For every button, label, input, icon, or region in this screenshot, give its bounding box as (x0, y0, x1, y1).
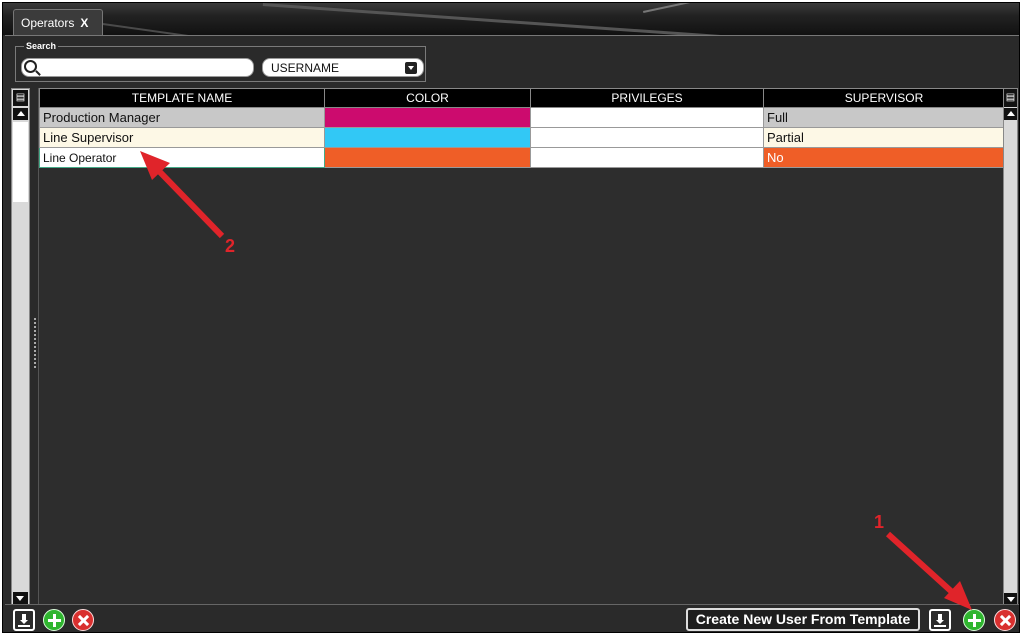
privileges-cell[interactable] (530, 107, 764, 128)
search-field-value: USERNAME (271, 61, 340, 75)
template-name-edit-cell[interactable]: Line Operator (39, 147, 325, 168)
supervisor-cell[interactable]: No (763, 147, 1005, 168)
color-cell[interactable] (324, 147, 531, 168)
scroll-thumb[interactable] (13, 122, 28, 202)
template-name-cell[interactable]: Line Supervisor (39, 127, 325, 148)
column-header-supervisor[interactable]: SUPERVISOR (763, 88, 1005, 108)
privileges-cell[interactable] (530, 147, 764, 168)
color-cell[interactable] (324, 107, 531, 128)
export-icon[interactable] (13, 609, 35, 631)
annotation-label-1: 1 (874, 512, 885, 532)
bottom-toolbar: Create New User From Template (5, 604, 1019, 632)
create-user-from-template-button[interactable]: Create New User From Template (686, 608, 920, 631)
column-chooser-icon[interactable]: ▤ (13, 90, 28, 106)
table-row[interactable]: Line Supervisor Partial (39, 127, 1005, 148)
tab-label: Operators (21, 16, 75, 30)
delete-row-button[interactable] (72, 609, 94, 631)
window-header-background: Operators X (3, 3, 1019, 53)
privileges-cell[interactable] (530, 127, 764, 148)
column-chooser-icon[interactable]: ▤ (1004, 89, 1017, 107)
search-field-select[interactable]: USERNAME (262, 58, 424, 77)
add-template-button[interactable] (963, 609, 985, 631)
left-scrollbar[interactable]: ▤ (11, 88, 30, 608)
templates-grid: TEMPLATE NAME COLOR PRIVILEGES SUPERVISO… (34, 88, 1005, 608)
add-row-button[interactable] (43, 609, 65, 631)
background-photo-beam (643, 3, 1016, 13)
export-icon[interactable] (929, 609, 951, 631)
operators-window: Operators X Search USERNAME ▤ TEMPLATE N… (2, 2, 1020, 633)
template-name-cell[interactable]: Production Manager (39, 107, 325, 128)
supervisor-cell[interactable]: Full (763, 107, 1005, 128)
right-scrollbar[interactable]: ▤ (1003, 88, 1018, 608)
tab-operators[interactable]: Operators X (13, 9, 103, 36)
delete-template-button[interactable] (994, 609, 1016, 631)
templates-table: TEMPLATE NAME COLOR PRIVILEGES SUPERVISO… (39, 88, 1005, 168)
color-cell[interactable] (324, 127, 531, 148)
table-row[interactable]: Line Operator No (39, 147, 1005, 168)
scroll-up-icon[interactable] (13, 108, 28, 120)
search-legend: Search (24, 41, 59, 51)
search-group: Search USERNAME (15, 41, 426, 82)
column-header-privileges[interactable]: PRIVILEGES (530, 88, 764, 108)
search-icon (24, 60, 37, 73)
operators-panel: Search USERNAME ▤ TEMPLATE NAME COLOR PR… (5, 35, 1019, 632)
scroll-up-icon[interactable] (1004, 108, 1017, 120)
chevron-down-icon[interactable] (405, 62, 417, 74)
annotation-label-2: 2 (225, 236, 236, 256)
column-header-template-name[interactable]: TEMPLATE NAME (39, 88, 325, 108)
table-row[interactable]: Production Manager Full (39, 107, 1005, 128)
column-header-color[interactable]: COLOR (324, 88, 531, 108)
splitter-handle[interactable] (34, 318, 36, 368)
search-input[interactable] (40, 60, 250, 75)
search-box[interactable] (21, 58, 254, 77)
tab-close-icon[interactable]: X (80, 16, 88, 30)
supervisor-cell[interactable]: Partial (763, 127, 1005, 148)
table-header-row: TEMPLATE NAME COLOR PRIVILEGES SUPERVISO… (39, 88, 1005, 108)
